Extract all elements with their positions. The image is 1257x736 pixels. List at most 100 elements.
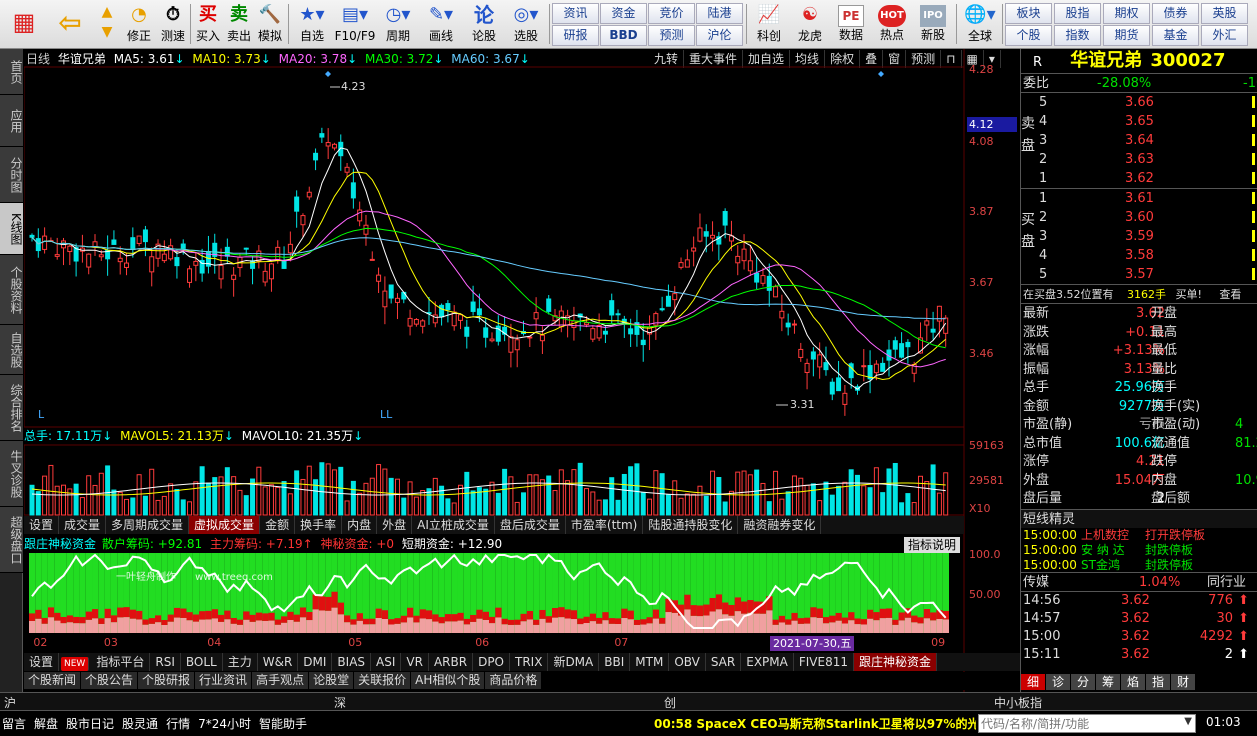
subtab-6[interactable]: 内盘 — [342, 516, 378, 534]
indicator-tab-10[interactable]: VR — [401, 653, 429, 671]
search-box[interactable]: ▼ — [978, 714, 1196, 733]
hk-connect-button[interactable]: 陆港 — [696, 3, 743, 24]
bottom-link-4[interactable]: 行情 — [166, 717, 190, 731]
kechuang-button[interactable]: 📈 科创 — [750, 2, 788, 47]
tab-ranking[interactable]: 综合排名 — [0, 375, 23, 441]
shanghai-london-button[interactable]: 沪伦 — [696, 25, 743, 46]
select-stock-button[interactable]: ◎▾ 选股 — [505, 2, 547, 47]
search-dropdown-icon[interactable]: ▼ — [1184, 716, 1192, 727]
speedtest-button[interactable]: ⏱ 测速 — [157, 2, 189, 47]
data-button[interactable]: PE 数据 — [832, 2, 870, 47]
link-tab-2[interactable]: 个股研报 — [138, 672, 196, 689]
subtab-8[interactable]: AI立桩成交量 — [412, 516, 495, 534]
panel-tab-6[interactable]: 财 — [1171, 674, 1195, 690]
bottom-link-5[interactable]: 7*24小时 — [198, 717, 251, 731]
sell-level-4[interactable]: 4 3.65 — [1039, 112, 1257, 131]
index-button[interactable]: 指数 — [1054, 25, 1101, 46]
bonds-button[interactable]: 债券 — [1152, 3, 1199, 24]
buy-level-5[interactable]: 5 3.57 — [1039, 265, 1257, 284]
news-ticker[interactable]: 00:58 SpaceX CEO马斯克称Starlink卫星将以97%的光 — [654, 715, 976, 732]
fund-button[interactable]: 基金 — [1152, 25, 1199, 46]
revise-button[interactable]: ◔ 修正 — [123, 2, 155, 47]
indicator-tab-5[interactable]: 主力 — [223, 653, 258, 671]
panel-tab-5[interactable]: 指 — [1146, 674, 1170, 690]
link-tab-7[interactable]: AH相似个股 — [411, 672, 486, 689]
panel-tab-3[interactable]: 筹 — [1096, 674, 1120, 690]
subtab-0[interactable]: 设置 — [24, 516, 60, 534]
short-spirit-item[interactable]: 15:00:00 ST金鸿 封跌停板 — [1021, 558, 1257, 573]
panel-tab-0[interactable]: 细 — [1021, 674, 1045, 690]
indicator-tab-9[interactable]: ASI — [371, 653, 402, 671]
link-tab-4[interactable]: 高手观点 — [252, 672, 310, 689]
short-spirit-item[interactable]: 15:00:00 上机数控 打开跌停板 — [1021, 528, 1257, 543]
tab-watchlist[interactable]: 自选股 — [0, 325, 23, 375]
search-input[interactable] — [979, 715, 1175, 732]
futures-button[interactable]: 期货 — [1103, 25, 1150, 46]
indicator-tab-2[interactable]: 指标平台 — [91, 653, 151, 671]
buy-level-3[interactable]: 3 3.59 — [1039, 227, 1257, 246]
tab-profile[interactable]: 个股资料 — [0, 255, 23, 325]
same-industry-button[interactable]: 同行业 — [1207, 573, 1246, 592]
bottom-link-0[interactable]: 留言 — [2, 717, 26, 731]
link-tab-5[interactable]: 论股堂 — [309, 672, 355, 689]
indicator-tab-13[interactable]: TRIX — [510, 653, 549, 671]
indicator-tab-4[interactable]: BOLL — [181, 653, 223, 671]
indicator-tab-15[interactable]: BBI — [599, 653, 631, 671]
up-down-arrows-icon[interactable]: ▲ ▼ — [93, 2, 121, 47]
sell-level-5[interactable]: 5 3.66 — [1039, 93, 1257, 112]
subtab-2[interactable]: 多周期成交量 — [106, 516, 190, 534]
bottom-link-6[interactable]: 智能助手 — [259, 717, 307, 731]
subtab-3[interactable]: 虚拟成交量 — [189, 516, 261, 534]
stock-index-button[interactable]: 股指 — [1054, 3, 1101, 24]
subtab-1[interactable]: 成交量 — [59, 516, 107, 534]
event-diamond-icon[interactable] — [325, 71, 331, 77]
tab-timeshare[interactable]: 分时图 — [0, 147, 23, 203]
indicator-tab-18[interactable]: SAR — [706, 653, 742, 671]
hot-button[interactable]: HOT 热点 — [872, 2, 912, 47]
sector-button[interactable]: 板块 — [1005, 3, 1052, 24]
indicator-tab-1[interactable]: NEW — [61, 657, 90, 671]
tab-apps[interactable]: 应用 — [0, 95, 23, 147]
tab-diagnosis[interactable]: 牛叉诊股 — [0, 441, 23, 507]
bottom-link-3[interactable]: 股灵通 — [122, 717, 158, 731]
global-button[interactable]: 🌐▾ 全球 — [959, 2, 1001, 47]
subtab-9[interactable]: 盘后成交量 — [495, 516, 566, 534]
short-spirit-item[interactable]: 15:00:00 安 纳 达 封跌停板 — [1021, 543, 1257, 558]
indicator-tab-0[interactable]: 设置 — [24, 653, 60, 671]
link-tab-6[interactable]: 关联报价 — [354, 672, 412, 689]
ipo-button[interactable]: IPO 新股 — [914, 2, 952, 47]
tab-super-order[interactable]: 超级盘口 — [0, 507, 23, 573]
buy-level-4[interactable]: 4 3.58 — [1039, 246, 1257, 265]
subtab-11[interactable]: 陆股通持股变化 — [643, 516, 739, 534]
buy-button[interactable]: 买 买入 — [193, 2, 223, 47]
panel-tab-1[interactable]: 诊 — [1046, 674, 1070, 690]
tab-home[interactable]: 首页 — [0, 49, 23, 95]
notice-view-link[interactable]: 查看 — [1219, 288, 1241, 301]
indicator-tab-3[interactable]: RSI — [150, 653, 181, 671]
indicator-tab-21[interactable]: 跟庄神秘资金 — [853, 653, 937, 671]
sell-level-3[interactable]: 3 3.64 — [1039, 131, 1257, 150]
bbd-button[interactable]: BBD — [600, 25, 647, 46]
link-tab-0[interactable]: 个股新闻 — [24, 672, 82, 689]
index-sh[interactable]: 沪 — [4, 694, 16, 711]
panel-tab-4[interactable]: 焰 — [1121, 674, 1145, 690]
watchlist-button[interactable]: ★▾ 自选 — [292, 2, 332, 47]
sell-level-1[interactable]: 1 3.62 — [1039, 169, 1257, 188]
indicator-tab-11[interactable]: ARBR — [429, 653, 474, 671]
auction-button[interactable]: 竞价 — [648, 3, 695, 24]
panel-tab-2[interactable]: 分 — [1071, 674, 1095, 690]
research-button[interactable]: 研报 — [552, 25, 599, 46]
subtab-7[interactable]: 外盘 — [377, 516, 413, 534]
indicator-tab-19[interactable]: EXPMA — [741, 653, 794, 671]
bottom-link-1[interactable]: 解盘 — [34, 717, 58, 731]
sell-button[interactable]: 卖 卖出 — [224, 2, 254, 47]
subtab-10[interactable]: 市盈率(ttm) — [566, 516, 644, 534]
indicator-tab-20[interactable]: FIVE811 — [794, 653, 854, 671]
back-arrow-icon[interactable]: ⇦ — [50, 2, 90, 47]
bottom-link-2[interactable]: 股市日记 — [66, 717, 114, 731]
period-button[interactable]: ◷▾ 周期 — [378, 2, 418, 47]
f10-button[interactable]: ▤▾ F10/F9 — [334, 2, 376, 47]
discuss-button[interactable]: 论 论股 — [465, 2, 503, 47]
link-tab-3[interactable]: 行业资讯 — [195, 672, 253, 689]
indicator-tab-8[interactable]: BIAS — [332, 653, 372, 671]
